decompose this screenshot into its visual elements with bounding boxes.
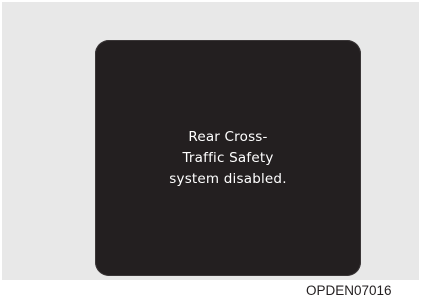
message-line-3: system disabled.	[169, 170, 287, 187]
warning-message: Rear Cross- Traffic Safety system disabl…	[169, 127, 286, 190]
cluster-display-screen: Rear Cross- Traffic Safety system disabl…	[95, 40, 361, 276]
figure-code: OPDEN07016	[306, 283, 392, 298]
message-line-1: Rear Cross-	[188, 128, 268, 145]
message-line-2: Traffic Safety	[182, 149, 274, 166]
illustration-frame: Rear Cross- Traffic Safety system disabl…	[2, 2, 419, 280]
